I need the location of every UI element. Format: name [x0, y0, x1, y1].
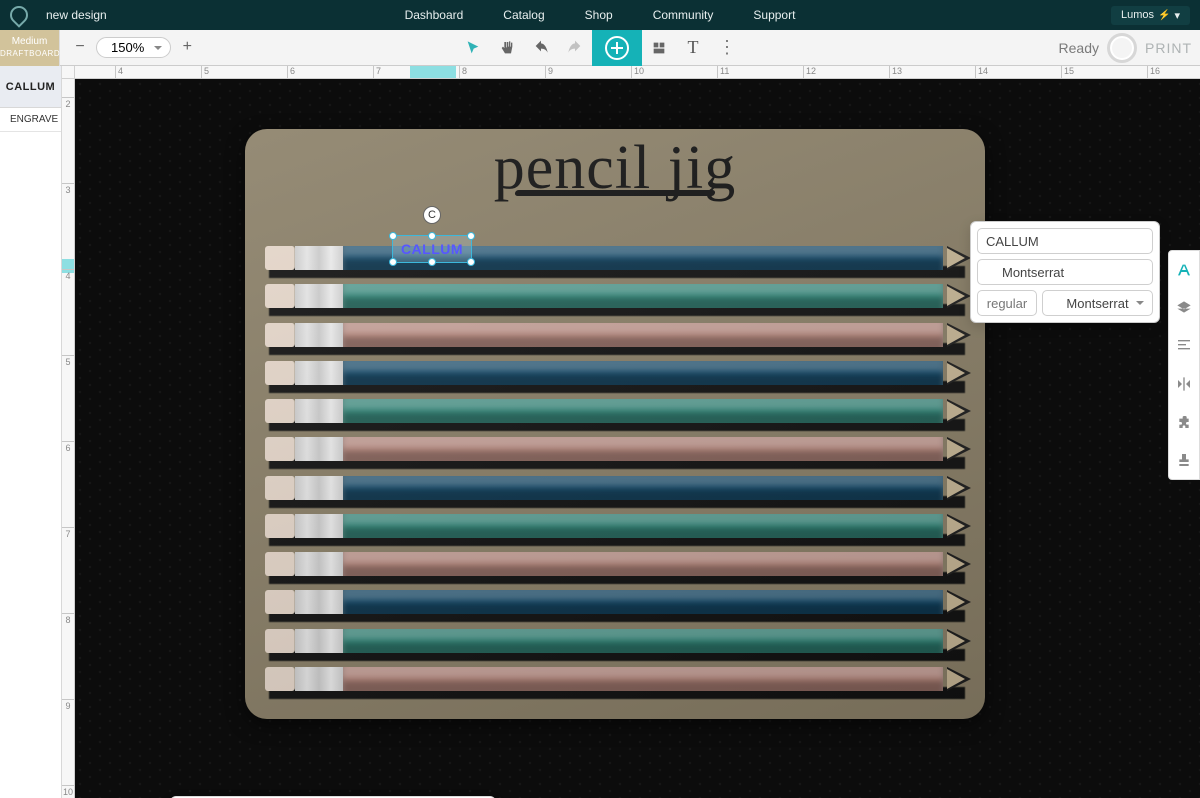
top-bar: new design Dashboard Catalog Shop Commun… [0, 0, 1200, 30]
pencil [259, 397, 971, 431]
design-name[interactable]: new design [46, 8, 107, 22]
font-family-select[interactable] [977, 259, 1153, 285]
ruler-v-tick: 10 [62, 785, 74, 797]
text-properties-panel: regular Montserrat [970, 221, 1160, 323]
pencil [259, 550, 971, 584]
ruler-v-tick: 8 [62, 613, 74, 625]
select-tool[interactable] [456, 30, 490, 66]
app-logo-icon[interactable] [6, 2, 31, 27]
ruler-h-tick: 14 [975, 66, 988, 78]
pencil [259, 435, 971, 469]
more-menu[interactable]: ⋮ [710, 30, 744, 66]
ruler-v-tick: 4 [62, 269, 74, 281]
ruler-corner [62, 66, 75, 79]
ruler-h-tick: 9 [545, 66, 553, 78]
bolt-icon: ⚡ [1158, 10, 1170, 21]
text-tool[interactable]: T [676, 30, 710, 66]
layers-panel: CALLUM ENGRAVE [0, 66, 62, 798]
zoom-in-button[interactable]: + [177, 38, 197, 58]
text-selection-box[interactable]: CALLUM C [392, 235, 472, 263]
pencil [259, 627, 971, 661]
pencil [259, 665, 971, 699]
print-button[interactable]: PRINT [1145, 40, 1192, 56]
pencil [259, 588, 971, 622]
inspector-tabs [1168, 250, 1200, 480]
horizontal-ruler[interactable]: 4 5 6 7 8 9 10 11 12 13 14 15 16 [75, 66, 1200, 79]
plus-icon [605, 36, 629, 60]
pencil [259, 474, 971, 508]
ruler-v-tick: 2 [62, 97, 74, 109]
puzzle-tab[interactable] [1169, 403, 1199, 441]
undo-button[interactable] [524, 30, 558, 66]
align-tab[interactable] [1169, 327, 1199, 365]
import-button[interactable] [642, 30, 676, 66]
pencil [259, 321, 971, 355]
toolbar: Medium DRAFTBOARD − 150% + T ⋮ Ready PRI… [0, 30, 1200, 66]
ruler-h-tick: 4 [115, 66, 123, 78]
ruler-h-tick: 13 [889, 66, 902, 78]
ruler-h-tick: 6 [287, 66, 295, 78]
flip-tab[interactable] [1169, 365, 1199, 403]
font-weight-select[interactable]: regular [977, 290, 1037, 316]
zoom-select[interactable]: 150% [96, 37, 171, 58]
rotate-handle[interactable]: C [423, 206, 441, 224]
workspace: 4 5 6 7 8 9 10 11 12 13 14 15 16 2 3 4 5 6 7 8 9 10 pencil j… [62, 66, 1200, 798]
ruler-v-tick: 5 [62, 355, 74, 367]
pencil-slots [259, 244, 971, 699]
nav-catalog[interactable]: Catalog [503, 8, 544, 22]
text-content-input[interactable] [977, 228, 1153, 254]
ruler-h-tick: 11 [717, 66, 729, 78]
ruler-h-selection-highlight [410, 66, 456, 78]
canvas-tools: T ⋮ [456, 30, 744, 66]
resize-handle-tl[interactable] [389, 232, 397, 240]
main-nav: Dashboard Catalog Shop Community Support [405, 8, 796, 22]
jig-title: pencil jig [245, 133, 985, 196]
chevron-down-icon: ▾ [1174, 9, 1180, 22]
zoom-controls: − 150% + [60, 37, 207, 58]
typography-tab[interactable] [1169, 251, 1199, 289]
pencil-jig: pencil jig [245, 129, 985, 719]
machine-status: Ready [1059, 40, 1099, 56]
zoom-out-button[interactable]: − [70, 38, 90, 58]
ruler-v-tick: 3 [62, 183, 74, 195]
ruler-v-tick: 9 [62, 699, 74, 711]
pencil [259, 282, 971, 316]
nav-community[interactable]: Community [653, 8, 714, 22]
resize-handle-t[interactable] [428, 232, 436, 240]
font-style-select[interactable]: Montserrat [1042, 290, 1153, 316]
add-artwork-button[interactable] [592, 30, 642, 66]
resize-handle-b[interactable] [428, 258, 436, 266]
status-indicator-icon [1107, 33, 1137, 63]
nav-support[interactable]: Support [753, 8, 795, 22]
ruler-h-tick: 8 [459, 66, 467, 78]
stamp-tab[interactable] [1169, 441, 1199, 479]
ruler-h-tick: 7 [373, 66, 381, 78]
nav-shop[interactable]: Shop [585, 8, 613, 22]
ruler-v-tick: 6 [62, 441, 74, 453]
layers-tab[interactable] [1169, 289, 1199, 327]
material-chip[interactable]: Medium DRAFTBOARD [0, 30, 60, 66]
nav-dashboard[interactable]: Dashboard [405, 8, 464, 22]
pencil [259, 359, 971, 393]
redo-button[interactable] [558, 30, 592, 66]
resize-handle-br[interactable] [467, 258, 475, 266]
ruler-v-tick: 7 [62, 527, 74, 539]
device-selector[interactable]: Lumos⚡▾ [1111, 6, 1190, 25]
ruler-h-tick: 15 [1061, 66, 1074, 78]
resize-handle-bl[interactable] [389, 258, 397, 266]
canvas[interactable]: pencil jig CALLUM C [75, 79, 1200, 798]
ruler-h-tick: 10 [631, 66, 644, 78]
hand-tool[interactable] [490, 30, 524, 66]
ruler-h-tick: 16 [1147, 66, 1160, 78]
ruler-h-tick: 5 [201, 66, 209, 78]
ruler-h-tick: 12 [803, 66, 816, 78]
layer-operation[interactable]: ENGRAVE [0, 108, 61, 132]
pencil [259, 244, 971, 278]
layer-thumbnail[interactable]: CALLUM [0, 66, 61, 108]
resize-handle-tr[interactable] [467, 232, 475, 240]
engrave-icon [3, 115, 9, 125]
pencil [259, 512, 971, 546]
vertical-ruler[interactable]: 2 3 4 5 6 7 8 9 10 [62, 79, 75, 798]
